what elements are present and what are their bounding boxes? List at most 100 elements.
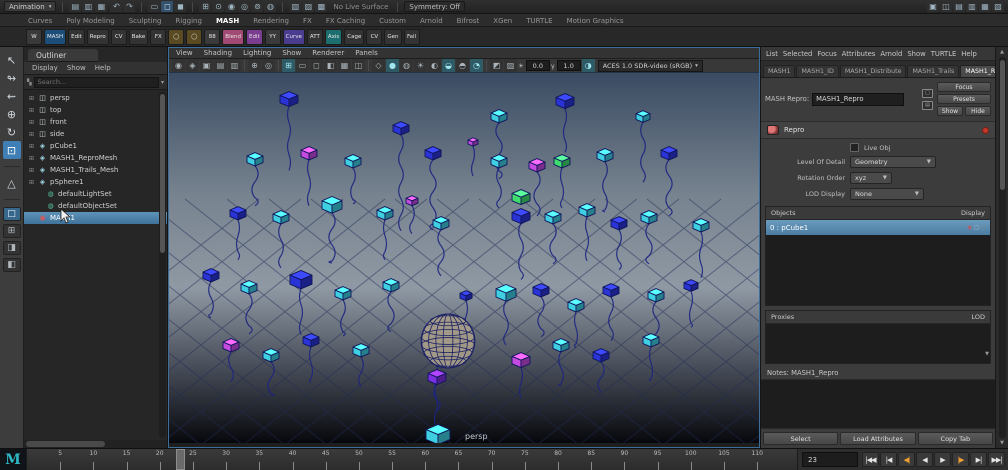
shelf-axis[interactable]: Axis [324,28,343,45]
display-template-icon[interactable]: ◻ [981,224,986,231]
bookmarks-icon[interactable]: ▤ [214,59,227,72]
2d-pan-zoom-icon[interactable]: ⊕ [248,59,261,72]
wireframe-icon[interactable]: ◇ [372,59,385,72]
viewport-canvas[interactable]: persp [0,73,1008,447]
menu-set-dropdown[interactable]: Animation ▾ [4,1,57,12]
node-name-field[interactable] [812,92,905,106]
live-obj-checkbox[interactable] [850,143,859,152]
shelf-bake[interactable]: Bake [128,28,149,45]
shelf-tab-rendering[interactable]: Rendering [251,16,291,26]
construction-history-icon[interactable]: ▩ [315,1,328,12]
shelf-tab-sculpting[interactable]: Sculpting [127,16,164,26]
ssao-icon[interactable]: ◒ [442,59,455,72]
viewport-menu-show[interactable]: Show [282,49,301,57]
ae-menu-arnold[interactable]: Arnold [880,50,902,58]
lasso-select-tool[interactable]: ↬ [3,69,21,87]
snap-to-point-icon[interactable]: ◉ [225,1,238,12]
view-transform-dropdown[interactable]: ACES 1.0 SDR-video (sRGB) ▾ [597,59,703,72]
viewport-menu-view[interactable]: View [176,49,193,57]
ae-menu-focus[interactable]: Focus [817,50,836,58]
hide-button[interactable]: Hide [965,106,991,116]
move-tool[interactable]: ⊕ [3,105,21,123]
timeline-ruler[interactable]: 5 10 15 20 25 30 35 40 45 50 55 60 65 70 75 80 85 90 95 100… [26,449,798,470]
smooth-shade-icon[interactable]: ● [386,59,399,72]
textured-icon[interactable]: ◍ [400,59,413,72]
save-scene-icon[interactable]: ▦ [95,1,108,12]
layout-four-pane[interactable]: ⊞ [2,224,21,238]
symmetry-dropdown[interactable]: Symmetry: Off [404,1,466,12]
presets-button[interactable]: Presets [937,94,991,104]
outliner-scrollbar[interactable] [159,92,166,438]
outliner-item-mash1[interactable]: ◉MASH1 [24,212,167,224]
channel-box-icon[interactable]: ▧ [992,1,1004,12]
go-to-end-button[interactable]: ▶▶| [988,452,1005,467]
scroll-down-icon[interactable]: ▼ [1000,440,1004,446]
snap-to-surface-icon[interactable]: ⊚ [251,1,264,12]
outliner-item-psphere1[interactable]: ⊞ ◈ pSphere1 [24,176,167,188]
outliner-item-persp[interactable]: ⊞ ◫ persp [24,92,167,104]
shelf-ring-b[interactable]: ◯ [186,28,203,45]
shelf-ring-a[interactable]: ◯ [168,28,185,45]
make-live-icon[interactable]: ◍ [264,1,277,12]
ae-scrollbar[interactable] [998,57,1006,438]
ae-menu-turtle[interactable]: TURTLE [931,50,957,58]
shelf-tab-arnold[interactable]: Arnold [418,16,445,26]
gamma-field[interactable]: 1.0 [556,60,581,71]
field-chart-icon[interactable]: ▦ [338,59,351,72]
ae-tab-mash1_repro[interactable]: MASH1_Repro [960,65,995,77]
display-layer-icon[interactable]: ▥ [966,1,978,12]
render-settings-icon[interactable]: ▤ [953,1,965,12]
rotation-order-dropdown[interactable]: xyz ▼ [850,172,892,184]
exposure-field[interactable]: 0.0 [525,60,550,71]
expand-toggle-icon[interactable]: ⊞ [28,119,35,126]
redo-icon[interactable]: ↷ [123,1,136,12]
shelf-att[interactable]: ATT [306,28,323,45]
layout-single-pane[interactable]: □ [2,207,21,221]
ae-menu-help[interactable]: Help [961,50,977,58]
shadows-icon[interactable]: ◐ [428,59,441,72]
shelf-repro[interactable]: Repro [86,28,109,45]
film-gate-icon[interactable]: ▭ [296,59,309,72]
play-forwards-button[interactable]: ▶ [934,452,951,467]
shelf-tab-motion-graphics[interactable]: Motion Graphics [565,16,626,26]
outliner-item-side[interactable]: ⊞ ◫ side [24,128,167,140]
shelf-cluster[interactable]: YY [264,28,281,45]
expand-toggle-icon[interactable]: ⊞ [28,107,35,114]
snap-to-grid-icon[interactable]: ⊞ [199,1,212,12]
expand-toggle-icon[interactable]: ⊞ [28,167,35,174]
output-connections-icon[interactable]: ▨ [302,1,315,12]
open-scene-icon[interactable]: ▥ [82,1,95,12]
layout-persp-outliner[interactable]: ◧ [2,258,21,272]
select-hierarchy-icon[interactable]: ▭ [148,1,161,12]
outliner-menu-help[interactable]: Help [95,64,111,72]
select-tool[interactable]: ↖ [3,51,21,69]
shelf-mash-waiter[interactable]: MASH [44,28,67,45]
select-button[interactable]: Select [763,432,839,445]
lock-camera-icon[interactable]: ◈ [186,59,199,72]
shelf-tab-fx-caching[interactable]: FX Caching [324,16,367,26]
outliner-item-pcube1[interactable]: ⊞ ◈ pCube1 [24,140,167,152]
display-visibility-icon[interactable]: ◻ [974,224,979,231]
scale-tool[interactable]: ⊡ [2,141,21,159]
image-plane-icon[interactable]: ▥ [228,59,241,72]
object-row-pcube1[interactable]: 0 : pCube1 ◈ ◻ ◻ [766,220,990,235]
lod-display-dropdown[interactable]: None ▼ [850,188,924,200]
outliner-item-front[interactable]: ⊞ ◫ front [24,116,167,128]
expand-toggle-icon[interactable]: ⊞ [28,179,35,186]
scroll-corner-icon[interactable]: ▼ [985,351,989,357]
step-back-frame-button[interactable]: |◀ [880,452,897,467]
layout-two-pane[interactable]: ◨ [2,241,21,255]
snap-to-plane-icon[interactable]: ◎ [238,1,251,12]
expand-toggle-icon[interactable]: ⊞ [28,95,35,102]
timeline-playhead[interactable] [175,449,185,470]
select-object-icon[interactable]: ◻ [161,1,174,12]
color-management-icon[interactable]: ◑ [581,59,595,72]
ae-menu-attributes[interactable]: Attributes [842,50,876,58]
scroll-up-icon[interactable]: ▲ [1000,49,1004,55]
ae-menu-list[interactable]: List [766,50,778,58]
anti-alias-icon[interactable]: ◔ [470,59,483,72]
shelf-cv[interactable]: CV [110,28,127,45]
list-mode-icon[interactable]: ▤ [922,100,933,110]
outliner-hscrollbar[interactable] [24,440,167,448]
display-mesh-icon[interactable]: ◈ [967,224,972,231]
